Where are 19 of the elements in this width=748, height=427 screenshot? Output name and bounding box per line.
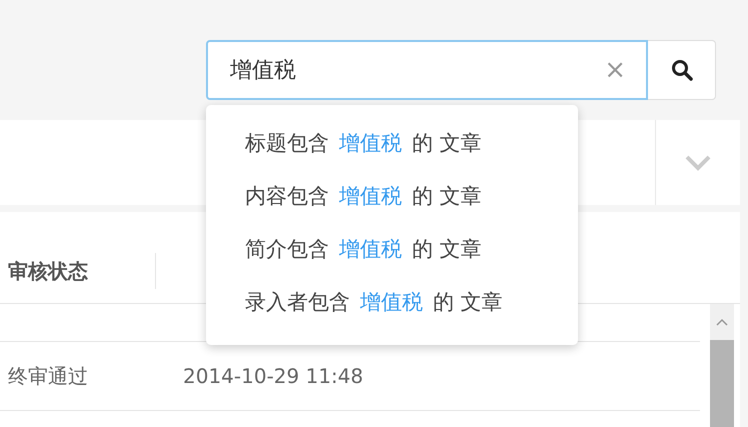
scrollbar[interactable] (710, 304, 734, 427)
menu-item-text[interactable]: 的 文章 (433, 287, 503, 340)
table-cell: 2014-10-29 11:48 (183, 364, 364, 388)
menu-item-text[interactable]: 录入者包含 (245, 287, 350, 340)
search-icon[interactable] (670, 59, 692, 81)
search-button[interactable] (648, 40, 716, 100)
menu-item-text[interactable]: 内容包含 (245, 181, 329, 234)
chevron-down-icon[interactable] (685, 154, 711, 170)
table-cell-text: 终审通过 (7, 362, 89, 390)
menu-item-text[interactable]: 标题包含 (245, 128, 329, 181)
menu-item-text[interactable]: 的 文章 (412, 128, 482, 181)
search-field[interactable]: 增值税 × (206, 40, 648, 100)
search-value: 增值税 (230, 57, 297, 85)
scroll-up-icon[interactable] (716, 318, 728, 326)
menu-item-text[interactable]: 的 文章 (412, 181, 482, 234)
column-header[interactable]: 审核状态 (0, 253, 156, 289)
scrollbar-thumb[interactable] (710, 340, 734, 427)
menu-item-text[interactable]: 简介包含 (245, 234, 329, 287)
menu-item-text[interactable]: 的 文章 (412, 234, 482, 287)
